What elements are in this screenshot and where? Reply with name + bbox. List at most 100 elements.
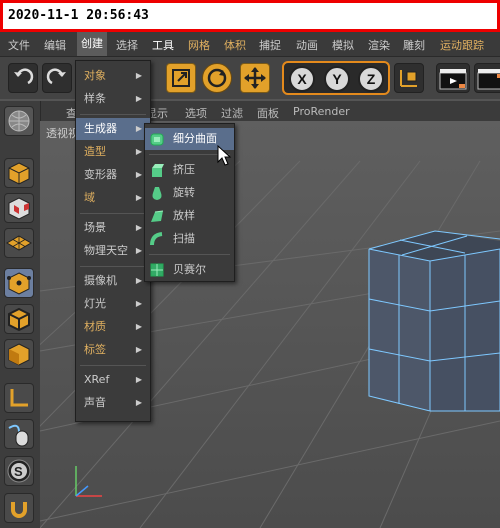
magnet-button[interactable]	[4, 493, 34, 523]
create-menu-item[interactable]: 灯光 ▶	[76, 293, 150, 315]
generator-menu-item-label: 扫描	[173, 232, 195, 245]
lathe-icon	[152, 187, 162, 200]
submenu-arrow-icon: ▶	[135, 193, 142, 202]
create-menu-item[interactable]: 域 ▶	[76, 187, 150, 209]
generator-menu-item-label: 贝赛尔	[173, 263, 206, 276]
subdivision-surface-icon	[150, 133, 164, 146]
create-menu-item-label: 材质	[84, 320, 106, 333]
create-menu-item-label: 标签	[84, 343, 106, 356]
rotate-icon	[207, 68, 227, 88]
render-view-button[interactable]	[436, 63, 470, 93]
points-mode-button[interactable]	[4, 268, 34, 298]
viewport-tab-5[interactable]: ProRender	[293, 105, 350, 118]
y-axis-toggle[interactable]: Y	[324, 66, 350, 92]
generator-menu-item-label: 细分曲面	[173, 132, 217, 145]
model-mode-button[interactable]	[4, 158, 34, 188]
render-button[interactable]	[474, 63, 500, 93]
menu-9[interactable]: 模拟	[332, 37, 354, 53]
subdivided-cube[interactable]	[368, 230, 500, 412]
texture-mode-button[interactable]	[4, 193, 34, 223]
undo-button[interactable]	[8, 63, 38, 93]
create-menu-item[interactable]: 摄像机 ▶	[76, 270, 150, 292]
menu-separator	[80, 266, 146, 267]
z-axis-toggle[interactable]: Z	[358, 66, 384, 92]
create-menu-item[interactable]: 造型 ▶	[76, 141, 150, 163]
create-menu-item[interactable]: 场景 ▶	[76, 217, 150, 239]
generator-menu-item[interactable]: 贝赛尔	[145, 259, 234, 281]
menu-6[interactable]: 体积	[224, 37, 246, 53]
world-coordinates-icon	[400, 70, 417, 87]
create-menu-item[interactable]: 物理天空 ▶	[76, 240, 150, 262]
undo-icon	[14, 68, 34, 85]
menu-1[interactable]: 编辑	[44, 37, 66, 53]
create-menu-item-label: 对象	[84, 69, 106, 82]
generator-menu-item-label: 挤压	[173, 163, 195, 176]
viewport-tab-3[interactable]: 过滤	[221, 105, 243, 121]
menu-11[interactable]: 雕刻	[403, 37, 425, 53]
rotate-tool-button[interactable]	[202, 63, 232, 93]
cube-icon	[8, 162, 30, 185]
axis-mode-button[interactable]	[4, 383, 34, 413]
viewport-tab-2[interactable]: 选项	[185, 105, 207, 121]
create-menu-item[interactable]: XRef ▶	[76, 369, 150, 391]
menu-separator	[80, 114, 146, 115]
create-menu-item-label: 场景	[84, 221, 106, 234]
generator-menu-item-label: 放样	[173, 209, 195, 222]
create-menu-item[interactable]: 样条 ▶	[76, 88, 150, 110]
edges-mode-button[interactable]	[4, 304, 34, 334]
mouse-icon	[8, 424, 29, 447]
submenu-arrow-icon: ▶	[135, 276, 142, 285]
menu-7[interactable]: 捕捉	[259, 37, 281, 53]
viewport-tab-4[interactable]: 面板	[257, 105, 279, 121]
redo-button[interactable]	[42, 63, 72, 93]
generator-menu-item[interactable]: 放样	[145, 205, 234, 227]
scale-tool-button[interactable]	[166, 63, 196, 93]
submenu-arrow-icon: ▶	[135, 223, 142, 232]
menu-5[interactable]: 网格	[188, 37, 210, 53]
create-menu-item[interactable]: 生成器 ▶	[76, 118, 150, 140]
x-axis-toggle[interactable]: X	[289, 66, 315, 92]
create-menu-item-label: 物理天空	[84, 244, 128, 257]
menu-0[interactable]: 文件	[8, 37, 30, 53]
polygons-cube-icon	[8, 343, 30, 366]
snap-button[interactable]: S	[4, 456, 34, 486]
tweak-mode-button[interactable]	[4, 419, 34, 449]
menu-3[interactable]: 选择	[116, 37, 138, 53]
create-menu-item[interactable]: 变形器 ▶	[76, 164, 150, 186]
left-tool-palette: S	[0, 101, 41, 528]
submenu-arrow-icon: ▶	[135, 71, 142, 80]
render-icon	[477, 69, 500, 90]
submenu-arrow-icon: ▶	[135, 147, 142, 156]
menu-12[interactable]: 运动跟踪	[440, 37, 484, 53]
generator-menu-item-label: 旋转	[173, 186, 195, 199]
loft-icon	[151, 210, 164, 222]
menu-2[interactable]: 创建	[77, 32, 107, 56]
create-menu-item[interactable]: 材质 ▶	[76, 316, 150, 338]
create-menu-item[interactable]: 声音 ▶	[76, 392, 150, 414]
axis-icon	[10, 389, 28, 407]
menu-10[interactable]: 渲染	[368, 37, 390, 53]
menu-4[interactable]: 工具	[152, 37, 174, 53]
make-editable-button[interactable]	[4, 106, 34, 136]
snap-icon: S	[7, 459, 31, 483]
menu-separator	[149, 254, 230, 255]
redo-icon	[46, 68, 66, 85]
create-menu-item-label: 摄像机	[84, 274, 117, 287]
polygons-mode-button[interactable]	[4, 339, 34, 369]
axis-lock-group: X Y Z	[282, 61, 390, 95]
generator-menu-item[interactable]: 旋转	[145, 182, 234, 204]
extrude-icon	[152, 164, 164, 177]
mesh-sphere-icon	[8, 110, 30, 132]
menu-8[interactable]: 动画	[296, 37, 318, 53]
create-menu-item[interactable]: 对象 ▶	[76, 65, 150, 87]
bezier-icon	[150, 263, 164, 277]
menu-separator	[80, 365, 146, 366]
create-menu-item[interactable]: 标签 ▶	[76, 339, 150, 361]
svg-text:S: S	[14, 464, 23, 479]
timestamp: 2020-11-1 20:56:43	[8, 8, 149, 23]
generator-menu-item[interactable]: 扫描	[145, 228, 234, 250]
coordinate-system-button[interactable]	[394, 63, 424, 93]
workplane-button[interactable]	[4, 228, 34, 258]
move-tool-button[interactable]	[240, 63, 270, 93]
sweep-icon	[150, 232, 163, 246]
